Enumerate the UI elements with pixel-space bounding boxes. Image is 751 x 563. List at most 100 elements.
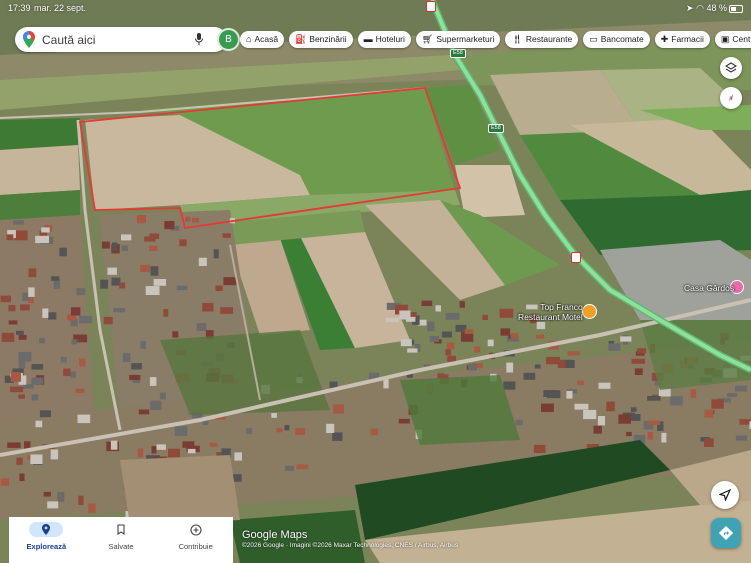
- chip-label: Supermarketuri: [436, 34, 495, 44]
- gas-station-icon: ⛽: [295, 34, 307, 44]
- bed-icon: ▬: [363, 34, 373, 44]
- chip-centre-comerciale[interactable]: ▣Centre co: [714, 31, 751, 48]
- house-roof: [39, 410, 51, 418]
- place-label-top-franco[interactable]: Top Franco Restaurant Motel: [518, 302, 583, 322]
- house-roof: [144, 236, 156, 242]
- house-roof: [546, 356, 560, 365]
- map-attribution[interactable]: ©2026 Google · Imagini ©2026 Maxar Techn…: [242, 542, 458, 549]
- house-roof: [107, 267, 117, 275]
- house-roof: [18, 361, 26, 369]
- road-shield-e58: E58: [450, 49, 466, 58]
- atm-icon: ▭: [589, 34, 598, 44]
- place-marker-top-franco[interactable]: [582, 304, 597, 319]
- chip-label: Centre co: [732, 34, 751, 44]
- house-roof: [435, 305, 441, 312]
- house-roof: [67, 314, 77, 321]
- home-icon: ⌂: [246, 34, 252, 44]
- microphone-icon[interactable]: [195, 33, 203, 48]
- house-roof: [285, 465, 294, 471]
- house-roof: [648, 420, 661, 425]
- chip-restaurante[interactable]: 🍴︎ Restaurante: [505, 31, 579, 48]
- house-roof: [421, 300, 433, 306]
- house-roof: [213, 249, 219, 259]
- satellite-map[interactable]: [0, 0, 751, 563]
- house-roof: [631, 358, 645, 364]
- house-roof: [326, 423, 335, 433]
- tab-exploreaza[interactable]: Explorează: [9, 517, 84, 563]
- chip-farmacii[interactable]: ✚ Farmacii: [654, 31, 710, 48]
- house-roof: [535, 334, 545, 339]
- house-roof: [140, 341, 146, 349]
- house-roof: [445, 312, 460, 320]
- house-roof: [398, 418, 410, 424]
- house-roof: [137, 448, 144, 458]
- add-circle-icon: [179, 522, 213, 537]
- house-roof: [187, 448, 196, 454]
- house-roof: [246, 428, 253, 435]
- house-roof: [10, 372, 21, 382]
- house-roof: [113, 308, 126, 313]
- avatar[interactable]: B: [219, 30, 238, 49]
- house-roof: [608, 343, 621, 351]
- tab-contribuie[interactable]: Contribuie: [158, 517, 233, 563]
- house-roof: [174, 426, 188, 436]
- house-roof: [145, 286, 160, 295]
- house-roof: [202, 302, 214, 312]
- house-roof: [499, 308, 514, 318]
- tab-label: Explorează: [26, 542, 67, 551]
- tab-salvate[interactable]: Salvate: [84, 517, 159, 563]
- house-roof: [196, 323, 207, 331]
- house-roof: [583, 409, 597, 420]
- house-roof: [209, 442, 218, 447]
- chip-label: Restaurante: [525, 34, 573, 44]
- place-name: Top Franco: [540, 302, 583, 312]
- chip-bancomate[interactable]: ▭ Bancomate: [583, 31, 650, 48]
- search-bar[interactable]: Caută aici B: [15, 27, 238, 52]
- house-roof: [487, 339, 494, 347]
- house-roof: [71, 339, 78, 345]
- chip-hoteluri[interactable]: ▬ Hoteluri: [357, 31, 411, 48]
- house-roof: [1, 332, 15, 342]
- house-roof: [0, 295, 11, 303]
- house-roof: [198, 257, 207, 266]
- compass-button[interactable]: [720, 87, 742, 109]
- house-roof: [0, 478, 10, 486]
- house-roof: [620, 336, 632, 342]
- house-roof: [140, 264, 150, 273]
- house-roof: [28, 268, 37, 278]
- house-roof: [406, 316, 416, 322]
- fork-knife-icon: 🍴︎: [511, 34, 523, 44]
- chip-supermarketuri[interactable]: 🛒︎ Supermarketuri: [415, 31, 501, 48]
- house-roof: [156, 444, 166, 450]
- house-roof: [179, 239, 187, 247]
- place-label-casa-gardos[interactable]: Casa Gârdoș: [684, 283, 734, 293]
- house-roof: [383, 379, 389, 389]
- house-roof: [48, 312, 57, 320]
- house-roof: [515, 419, 523, 426]
- house-roof: [6, 234, 14, 241]
- house-roof: [119, 282, 126, 289]
- house-roof: [441, 331, 452, 338]
- house-roof: [459, 301, 465, 308]
- house-roof: [464, 329, 474, 334]
- navigation-arrow-icon: [719, 489, 731, 501]
- house-roof: [690, 389, 697, 398]
- house-roof: [606, 401, 615, 412]
- house-roof: [77, 414, 91, 424]
- cart-icon: 🛒︎: [421, 34, 434, 44]
- house-roof: [79, 358, 86, 367]
- my-location-button[interactable]: [711, 481, 739, 509]
- house-roof: [284, 425, 290, 431]
- directions-button[interactable]: [711, 518, 741, 548]
- chip-benzinarii[interactable]: ⛽ Benzinării: [289, 31, 353, 48]
- house-roof: [31, 377, 44, 385]
- house-roof: [151, 446, 157, 454]
- layers-icon: [725, 62, 737, 73]
- layers-button[interactable]: [720, 57, 742, 79]
- location-arrow-icon: ➤: [686, 3, 694, 13]
- house-roof: [400, 339, 412, 347]
- search-input[interactable]: Caută aici: [42, 33, 95, 47]
- chip-acasa[interactable]: ⌂ Acasă: [240, 31, 285, 48]
- house-roof: [503, 381, 516, 390]
- wifi-icon: ◠: [696, 3, 704, 13]
